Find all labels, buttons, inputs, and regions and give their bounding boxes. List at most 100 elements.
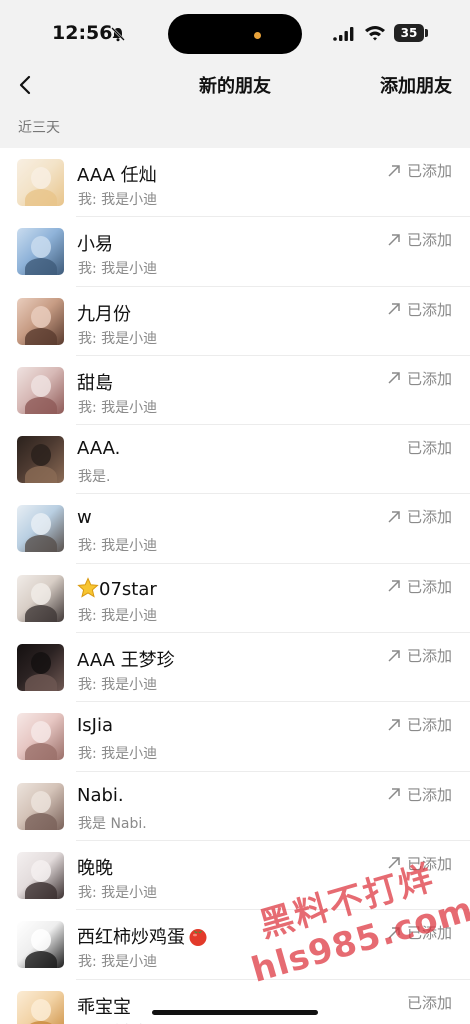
friend-list-item[interactable]: 西红柿炒鸡蛋 我: 我是小迪 已添加 — [0, 910, 470, 980]
friend-name-text: 甜島 — [77, 372, 113, 394]
section-label: 近三天 — [18, 120, 60, 136]
added-status: 已添加 — [387, 368, 452, 389]
added-status-label: 已添加 — [406, 231, 452, 250]
avatar-figure — [25, 743, 57, 761]
friend-message: 我: 我是小迪 — [78, 330, 158, 347]
added-status-label: 已添加 — [406, 924, 452, 943]
avatar-figure — [25, 258, 57, 276]
avatar[interactable] — [17, 851, 64, 899]
friend-list-item[interactable]: 07star 我: 我是小迪 已添加 — [0, 563, 470, 634]
friend-list-item[interactable]: AAA 王梦珍我: 我是小迪 已添加 — [0, 633, 470, 703]
friend-name-text: 晚晚 — [77, 857, 113, 879]
friend-list-item[interactable]: 小易 我: 我是小迪 已添加 — [0, 217, 470, 287]
avatar[interactable] — [17, 921, 64, 969]
added-status-label: 已添加 — [406, 577, 452, 596]
avatar[interactable] — [17, 366, 64, 414]
added-status-label: 已添加 — [406, 854, 452, 873]
home-indicator — [152, 1010, 318, 1015]
friend-list-item[interactable]: AAA. 我是. 已添加 — [0, 425, 470, 495]
avatar[interactable] — [17, 574, 64, 622]
avatar-figure — [25, 189, 57, 206]
friend-list-item[interactable]: Nabi. 我是 Nabi. 已添加 — [0, 771, 470, 842]
section-header: 近三天 — [0, 108, 470, 148]
added-status: 已添加 — [387, 576, 452, 597]
arrow-up-right-icon — [388, 511, 400, 523]
avatar-figure — [25, 396, 57, 414]
arrow-up-right-icon — [388, 580, 400, 592]
added-status-label: 已添加 — [406, 508, 452, 527]
friend-list-item[interactable]: 晚晚我: 我是小迪 已添加 — [0, 840, 470, 911]
avatar[interactable] — [17, 990, 64, 1024]
island-indicator-dot — [254, 32, 261, 39]
avatar-figure — [31, 582, 51, 605]
avatar[interactable] — [17, 159, 64, 206]
added-status-label: 已添加 — [406, 716, 452, 735]
clock: 12:56 — [52, 22, 113, 44]
added-status: 已添加 — [387, 229, 452, 250]
avatar-figure — [31, 444, 51, 467]
friend-list-item[interactable]: AAA 任灿我: 我是小迪 已添加 — [0, 148, 470, 218]
battery-tip — [425, 29, 428, 37]
avatar-figure — [31, 513, 51, 536]
battery-icon: 35 — [394, 24, 424, 42]
friend-name-text: 九月份 — [77, 303, 131, 325]
added-status: 已添加 — [387, 714, 452, 735]
arrow-up-right-icon — [388, 649, 400, 662]
arrow-up-right-icon — [388, 164, 400, 177]
friend-message: 我: 我是小迪 — [78, 746, 158, 763]
friend-name: AAA 王梦珍 — [77, 646, 175, 672]
added-status: 已添加 — [387, 645, 452, 666]
wifi-icon — [365, 26, 385, 41]
friend-message: 我: 我是小迪 — [78, 884, 158, 901]
friend-message: 我是乖宝宝 — [78, 1021, 148, 1024]
friend-name-text: IsJia — [77, 715, 114, 737]
avatar[interactable] — [17, 228, 64, 276]
arrow-up-right-icon — [388, 234, 400, 246]
avatar[interactable] — [17, 436, 64, 484]
arrow-up-right-icon — [388, 372, 400, 384]
friend-message: 我: 我是小迪 — [78, 192, 158, 208]
friend-name: 小易 — [77, 230, 113, 256]
avatar-figure — [25, 535, 57, 553]
friend-list-item[interactable]: IsJia 我: 我是小迪 已添加 — [0, 702, 470, 772]
friend-list-item[interactable]: 九月份我: 我是小迪 已添加 — [0, 286, 470, 357]
avatar[interactable] — [17, 644, 64, 692]
avatar-figure — [25, 881, 57, 899]
avatar[interactable] — [17, 505, 64, 553]
dynamic-island — [168, 14, 302, 54]
star-emoji-icon — [77, 577, 99, 598]
added-status: 已添加 — [387, 784, 452, 805]
avatar[interactable] — [17, 782, 64, 830]
friend-name-text: AAA 任灿 — [77, 165, 157, 186]
friend-list-item[interactable]: w 我: 我是小迪 已添加 — [0, 494, 470, 565]
friend-name-text: AAA 王梦珍 — [77, 650, 175, 672]
add-friend-button[interactable]: 添加朋友 — [380, 72, 452, 98]
avatar-figure — [25, 951, 57, 969]
signal-icon — [333, 27, 354, 41]
status-bar: 12:56 35 — [0, 0, 470, 62]
added-status-label: 已添加 — [406, 439, 452, 458]
friend-name: w — [77, 507, 92, 528]
friend-name-text: AAA. — [77, 438, 121, 460]
friend-message: 我: 我是小迪 — [78, 607, 158, 624]
arrow-up-right-icon — [388, 719, 400, 731]
added-status: 已添加 — [387, 922, 452, 943]
friend-name: 乖宝宝 — [77, 993, 131, 1019]
avatar[interactable] — [17, 297, 64, 345]
friend-name: 晚晚 — [77, 854, 113, 880]
arrow-up-right-icon — [388, 303, 400, 315]
added-status-label: 已添加 — [406, 162, 452, 180]
added-status-label: 已添加 — [406, 785, 452, 804]
added-status-label: 已添加 — [406, 993, 452, 1012]
avatar-figure — [31, 859, 51, 882]
friend-message: 我: 我是小迪 — [78, 677, 158, 694]
friend-list-item[interactable]: 甜島 我: 我是小迪 已添加 — [0, 355, 470, 426]
added-status-label: 已添加 — [406, 647, 452, 666]
added-status: 已添加 — [407, 992, 452, 1013]
added-status: 已添加 — [387, 299, 452, 320]
friend-list-item[interactable]: 乖宝宝我是乖宝宝 已添加 — [0, 979, 470, 1024]
avatar[interactable] — [17, 713, 64, 761]
friend-name-text: 乖宝宝 — [77, 996, 131, 1018]
friend-message: 我是 Nabi. — [78, 815, 147, 832]
avatar-figure — [31, 167, 51, 189]
